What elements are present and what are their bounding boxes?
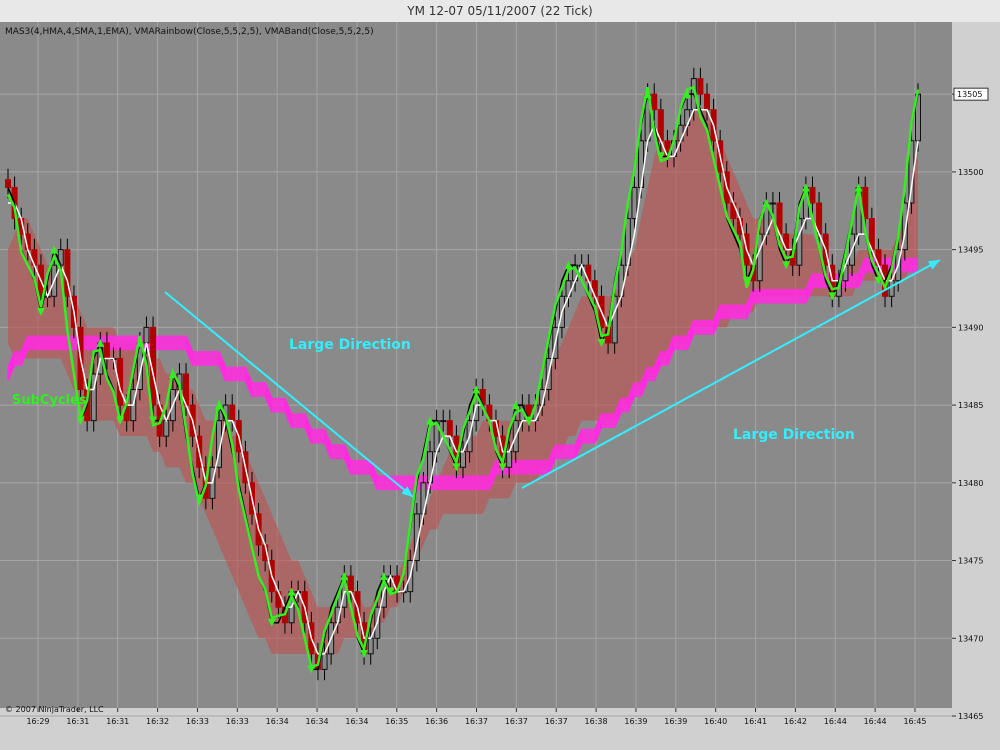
x-tick-label: 16:40	[704, 717, 727, 726]
x-tick-label: 16:38	[585, 717, 608, 726]
chart-window: YM 12-07 05/11/2007 (22 Tick) Large Dire…	[0, 0, 1000, 750]
x-tick-label: 16:32	[146, 717, 169, 726]
candle-body	[506, 451, 513, 468]
x-tick-label: 16:34	[266, 717, 289, 726]
large-direction-label-2: Large Direction	[733, 427, 855, 443]
candle-body	[347, 575, 354, 593]
y-tick-label: 13500	[958, 168, 983, 177]
subcycles-label: SubCycles	[12, 393, 87, 408]
x-tick-label: 16:31	[66, 717, 89, 726]
x-tick-label: 16:44	[864, 717, 887, 726]
candle-body	[229, 404, 236, 422]
candle-body	[769, 202, 776, 205]
window-title: YM 12-07 05/11/2007 (22 Tick)	[0, 0, 1000, 23]
x-tick-label: 16:41	[744, 717, 767, 726]
x-tick-label: 16:31	[106, 717, 129, 726]
price-chart[interactable]: Large DirectionLarge DirectionSubCycles …	[0, 22, 1000, 750]
x-tick-label: 16:37	[465, 717, 488, 726]
candle-body	[143, 326, 150, 344]
candle-body	[367, 637, 374, 655]
x-tick-label: 16:33	[226, 717, 249, 726]
candle-body	[703, 93, 710, 111]
y-tick-label: 13470	[958, 634, 983, 643]
candle-body	[631, 186, 638, 220]
y-tick-label: 13480	[958, 479, 983, 488]
large-direction-label-1: Large Direction	[289, 337, 411, 353]
x-tick-label: 16:44	[824, 717, 847, 726]
x-tick-label: 16:34	[345, 717, 368, 726]
x-tick-label: 16:35	[385, 717, 408, 726]
x-tick-label: 16:39	[664, 717, 687, 726]
x-tick-label: 16:34	[306, 717, 329, 726]
x-tick-label: 16:45	[903, 717, 926, 726]
indicator-label: MAS3(4,HMA,4,SMA,1,EMA), VMARainbow(Clos…	[5, 27, 374, 37]
candle-body	[697, 78, 704, 95]
y-tick-label: 13495	[958, 246, 983, 255]
y-tick-label: 13475	[958, 557, 983, 566]
candle-body	[446, 420, 453, 437]
candle-body	[5, 179, 11, 188]
candle-body	[163, 420, 170, 437]
copyright-label: © 2007 NinjaTrader, LLC	[5, 705, 104, 714]
x-tick-label: 16:37	[505, 717, 528, 726]
x-tick-label: 16:33	[186, 717, 209, 726]
x-tick-label: 16:36	[425, 717, 448, 726]
y-tick-label: 13490	[958, 323, 983, 332]
x-tick-label: 16:37	[545, 717, 568, 726]
y-tick-label: 13465	[958, 712, 983, 721]
candle-body	[888, 280, 895, 297]
candle-body	[460, 451, 466, 468]
x-tick-label: 16:39	[624, 717, 647, 726]
x-tick-label: 16:29	[26, 717, 49, 726]
last-price-text: 13505	[957, 90, 982, 99]
candle-body	[638, 140, 645, 188]
time-axis-background	[0, 708, 952, 750]
x-tick-label: 16:42	[784, 717, 807, 726]
candle-body	[440, 420, 447, 423]
candle-body	[321, 653, 328, 670]
candle-body	[651, 93, 658, 111]
candle-body	[103, 342, 110, 359]
candle-body	[809, 186, 816, 204]
y-tick-label: 13485	[958, 401, 983, 410]
